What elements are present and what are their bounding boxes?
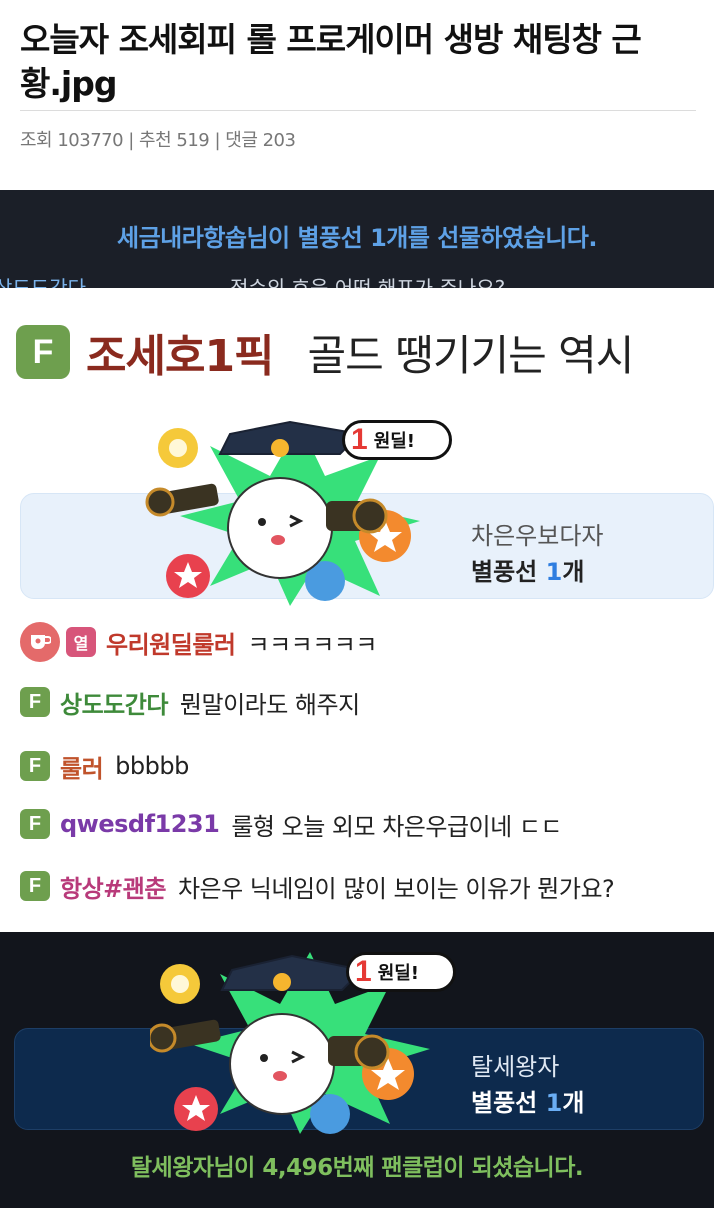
chat-text: 룰형 오늘 외모 차은우급이네 ㄷㄷ xyxy=(231,812,562,841)
chat-row: F 상도도간다 뭔말이라도 해주지 xyxy=(20,682,360,722)
chat-panel: F 조세호1픽 골드 땡기기는 역시 차은우보다자 별풍선 1개 1 원딜! 열… xyxy=(0,288,714,932)
donation-amount-num: 1 xyxy=(545,558,563,586)
donation-donor: 차은우보다자 xyxy=(471,522,604,550)
fan-badge: F xyxy=(20,687,50,717)
donation-amount: 별풍선 1개 xyxy=(471,552,584,587)
fan-badge: F xyxy=(20,751,50,781)
chat-text: 차은우 닉네임이 많이 보이는 이유가 뭔가요? xyxy=(177,874,615,903)
post-meta: 조회 103770 | 추천 519 | 댓글 203 xyxy=(20,130,296,151)
chat-name[interactable]: 우리원딜룰러 xyxy=(106,625,236,660)
fan-message: F 조세호1픽 골드 땡기기는 역시 xyxy=(16,320,635,384)
donation-donor: 탈세왕자 xyxy=(471,1053,560,1081)
chat-row: F 항상#괜춘 차은우 닉네임이 많이 보이는 이유가 뭔가요? xyxy=(20,866,615,906)
fan-message-name[interactable]: 조세호1픽 xyxy=(86,320,275,384)
deal-label: 원딜! xyxy=(377,963,420,984)
post-title: 오늘자 조세회피 롤 프로게이머 생방 채팅창 근황.jpg xyxy=(20,20,642,103)
donation-amount-prefix: 별풍선 xyxy=(471,558,546,586)
deal-number: 1 xyxy=(355,955,372,988)
donation-amount-prefix: 별풍선 xyxy=(471,1089,546,1117)
fan-badge: F xyxy=(20,809,50,839)
cut-chat-name: 상도도간다 xyxy=(0,276,86,288)
cut-chat-text: 정수의 흐음 어떤 해프가 주나요? xyxy=(230,276,506,288)
fanclub-notice: 탈세왕자님이 4,496번째 팬클럽이 되셨습니다. xyxy=(130,1155,584,1181)
chat-row: F qwesdf1231 룰형 오늘 외모 차은우급이네 ㄷㄷ xyxy=(20,804,562,844)
chat-text: bbbbb xyxy=(115,752,189,780)
chat-name[interactable]: 상도도간다 xyxy=(60,685,168,720)
gift-notice: 세금내라항솝님이 별풍선 1개를 선물하였습니다. xyxy=(117,224,597,252)
chat-row: F 룰러 bbbbb xyxy=(20,746,189,786)
title-divider xyxy=(20,110,696,111)
fan-message-text: 골드 땡기기는 역시 xyxy=(307,330,635,380)
donation-amount: 별풍선 1개 xyxy=(471,1083,584,1118)
fan-badge: F xyxy=(20,871,50,901)
donation-amount-num: 1 xyxy=(545,1089,563,1117)
deal-label: 원딜! xyxy=(373,431,416,452)
donation-amount-suffix: 개 xyxy=(562,1089,585,1117)
chat-name[interactable]: 항상#괜춘 xyxy=(60,869,166,904)
deal-number: 1 xyxy=(351,423,368,456)
fan-badge: F xyxy=(16,325,70,379)
hot-badge: 열 xyxy=(66,627,96,657)
broadcast-bottom-strip: 탈세왕자 별풍선 1개 1 원딜! 탈세왕자님이 4,496번째 팬클럽이 되셨… xyxy=(0,932,714,1208)
chat-row: 열 우리원딜룰러 ㅋㅋㅋㅋㅋㅋ xyxy=(20,622,377,662)
chat-text: 뭔말이라도 해주지 xyxy=(179,690,360,719)
donation-amount-suffix: 개 xyxy=(562,558,585,586)
deal-bubble: 1 원딜! xyxy=(346,952,456,992)
cut-chat-row: 상도도간다 정수의 흐음 어떤 해프가 주나요? xyxy=(0,272,714,288)
chat-name[interactable]: qwesdf1231 xyxy=(60,810,220,838)
deal-bubble: 1 원딜! xyxy=(342,420,452,460)
chat-text: ㅋㅋㅋㅋㅋㅋ xyxy=(247,630,377,659)
cup-icon xyxy=(20,622,60,662)
chat-name[interactable]: 룰러 xyxy=(60,749,104,784)
broadcast-top-strip: 세금내라항솝님이 별풍선 1개를 선물하였습니다. 상도도간다 정수의 흐음 어… xyxy=(0,190,714,288)
